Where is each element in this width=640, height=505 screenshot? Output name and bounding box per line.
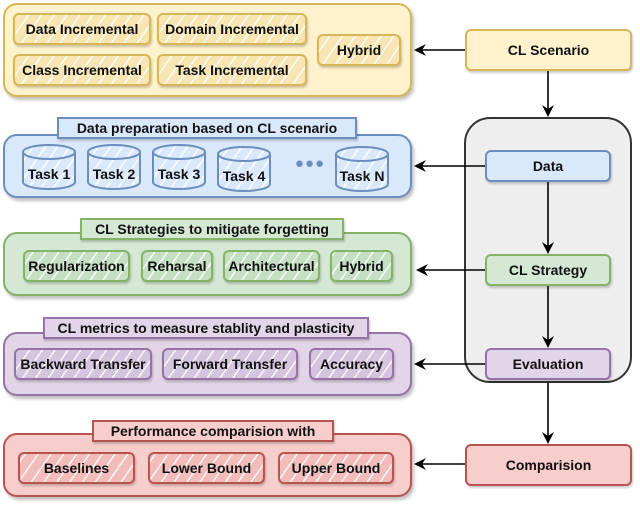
arrows-layer	[414, 44, 554, 470]
